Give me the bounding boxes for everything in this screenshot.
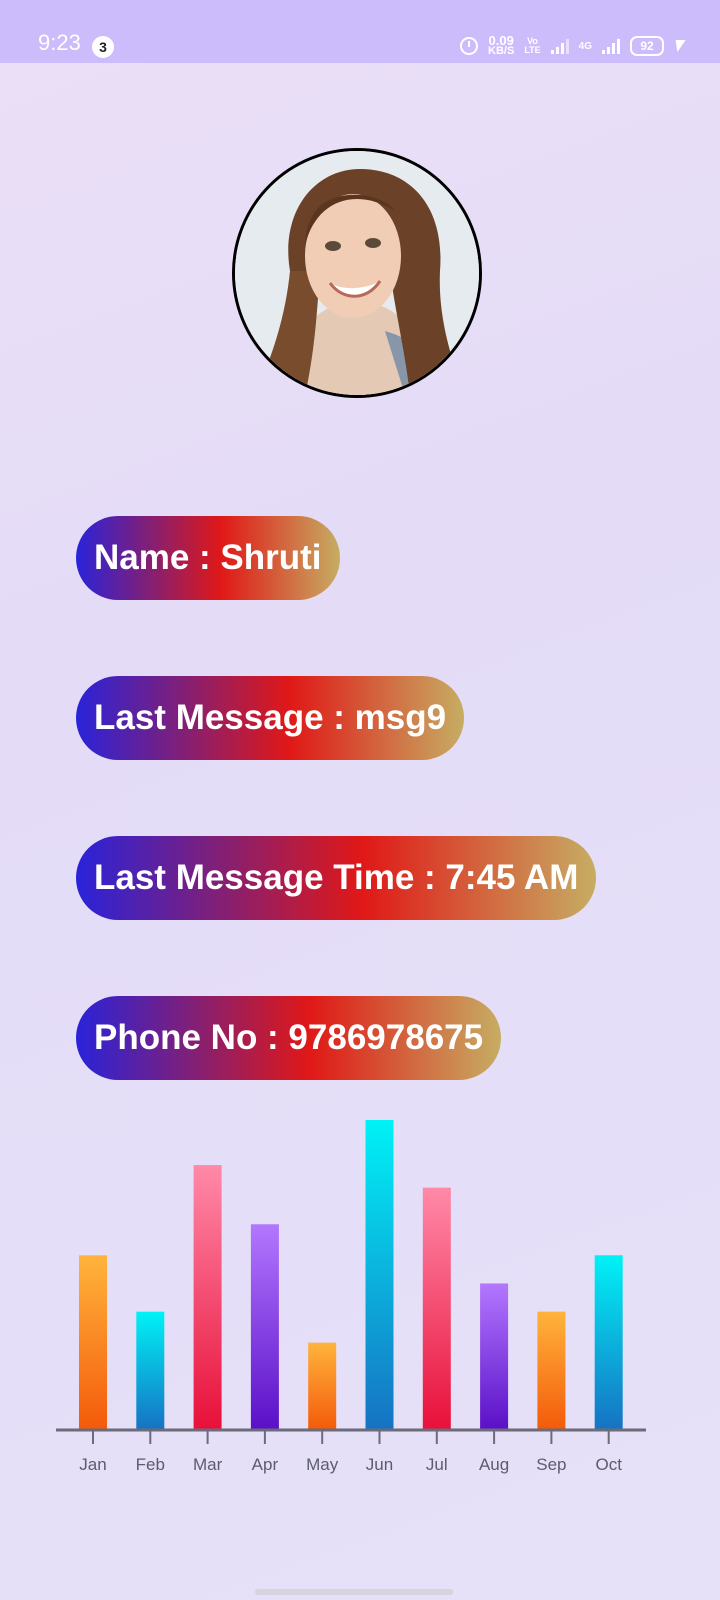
x-tick-label-may: May xyxy=(306,1455,339,1474)
bar-chart-svg: Jan Feb Mar Apr May Jun Jul Aug Sep Oct xyxy=(56,1120,646,1474)
last-message-time-pill: Last Message Time : 7:45 AM xyxy=(76,836,597,920)
name-pill: Name : Shruti xyxy=(76,516,340,600)
x-tick-label-sep: Sep xyxy=(536,1455,566,1474)
bar-aug xyxy=(480,1283,509,1430)
status-time: 9:23 xyxy=(38,30,81,55)
x-tick-label-jun: Jun xyxy=(366,1455,393,1474)
status-indicators: 0.09 KB/S Vo LTE 4G 92 xyxy=(460,34,686,58)
x-tick-label-jan: Jan xyxy=(79,1455,106,1474)
notification-count-badge: 3 xyxy=(92,36,114,58)
network-speed: 0.09 KB/S xyxy=(488,34,515,57)
status-bar: 9:23 3 0.09 KB/S Vo LTE 4G 92 xyxy=(0,0,720,63)
profile-photo-icon xyxy=(235,151,479,395)
bar-sep xyxy=(537,1311,566,1430)
phone-number-pill: Phone No : 9786978675 xyxy=(76,996,502,1080)
alarm-icon xyxy=(460,37,479,55)
volte-indicator: Vo LTE xyxy=(524,37,540,55)
signal-strength-icon xyxy=(550,38,569,54)
x-tick-label-mar: Mar xyxy=(193,1455,223,1474)
bar-jan xyxy=(79,1255,107,1430)
last-message-pill: Last Message : msg9 xyxy=(76,676,465,760)
battery-icon: 92 xyxy=(630,36,664,56)
charging-icon xyxy=(672,40,686,52)
network-speed-unit: KB/S xyxy=(488,45,515,57)
bar-oct xyxy=(594,1255,623,1430)
bar-jul xyxy=(422,1187,451,1430)
bar-apr xyxy=(250,1224,279,1430)
signal-strength-icon-2 xyxy=(602,38,620,54)
bar-mar xyxy=(193,1165,222,1430)
network-type: 4G xyxy=(578,40,592,52)
bar-feb xyxy=(136,1311,165,1430)
x-tick-label-feb: Feb xyxy=(136,1455,165,1474)
x-tick-label-oct: Oct xyxy=(595,1455,622,1474)
home-indicator[interactable] xyxy=(255,1589,453,1595)
x-tick-label-jul: Jul xyxy=(426,1455,448,1474)
volte-bottom: LTE xyxy=(524,45,541,55)
bar-may xyxy=(308,1342,337,1430)
bar-jun xyxy=(365,1120,394,1430)
x-tick-label-aug: Aug xyxy=(479,1455,509,1474)
x-tick-label-apr: Apr xyxy=(252,1455,279,1474)
profile-avatar xyxy=(232,148,482,398)
monthly-bar-chart: Jan Feb Mar Apr May Jun Jul Aug Sep Oct xyxy=(50,1100,660,1490)
